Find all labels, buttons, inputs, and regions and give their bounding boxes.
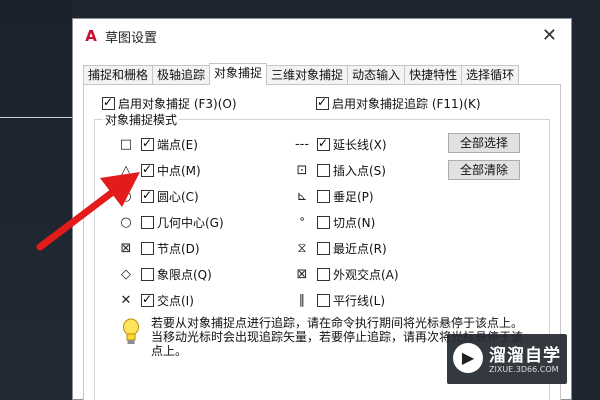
- node-label: 节点(D): [157, 241, 200, 256]
- clear-all-button[interactable]: 全部清除: [448, 160, 520, 180]
- tangent-label: 切点(N): [333, 215, 376, 230]
- tab-3d-object-snap[interactable]: 三维对象捕捉: [266, 65, 349, 85]
- dialog-title: 草图设置: [105, 30, 158, 46]
- extension-label: 延长线(X): [333, 137, 387, 152]
- mode-midpoint[interactable]: △ 中点(M): [117, 161, 201, 179]
- extension-checkbox[interactable]: [317, 136, 330, 151]
- tab-object-snap[interactable]: 对象捕捉: [209, 63, 268, 85]
- quadrant-label: 象限点(Q): [157, 267, 212, 282]
- watermark-name: 溜溜自学: [489, 346, 561, 366]
- nearest-icon: ⧖: [297, 240, 307, 256]
- close-icon[interactable]: ✕: [542, 27, 557, 45]
- mode-nearest[interactable]: ⧖ 最近点(R): [293, 239, 387, 257]
- lightbulb-icon: [123, 318, 139, 344]
- tab-polar-tracking[interactable]: 极轴追踪: [152, 65, 211, 85]
- mode-tangent[interactable]: ᐤ 切点(N): [293, 213, 375, 231]
- watermark-url: ZIXUE.3D66.COM: [489, 365, 559, 374]
- enable-tracking-checkbox[interactable]: [316, 95, 329, 110]
- geometric-center-checkbox[interactable]: [141, 215, 154, 229]
- tab-dynamic-input[interactable]: 动态输入: [347, 65, 406, 85]
- intersection-label: 交点(I): [157, 293, 194, 308]
- mode-apparent-intersection[interactable]: ⊠ 外观交点(A): [293, 265, 399, 283]
- mode-perpendicular[interactable]: ⊾ 垂足(P): [293, 187, 374, 205]
- enable-tracking-option[interactable]: 启用对象捕捉追踪 (F11)(K): [316, 95, 481, 112]
- geometric-center-icon: ○: [120, 214, 132, 230]
- parallel-checkbox[interactable]: [317, 293, 330, 307]
- desktop-background: [0, 0, 72, 400]
- intersection-checkbox[interactable]: [141, 292, 154, 307]
- endpoint-icon: □: [119, 136, 133, 152]
- enable-snap-option[interactable]: 启用对象捕捉 (F3)(O): [102, 95, 237, 112]
- mode-insertion[interactable]: ⊡ 插入点(S): [293, 161, 386, 179]
- apparent-intersection-icon: ⊠: [296, 266, 308, 282]
- watermark: ▶ 溜溜自学 ZIXUE.3D66.COM: [447, 334, 567, 384]
- quadrant-checkbox[interactable]: [141, 267, 154, 281]
- mode-parallel[interactable]: ∥ 平行线(L): [293, 291, 385, 309]
- apparent-intersection-checkbox[interactable]: [317, 267, 330, 281]
- node-icon: ⊠: [120, 240, 132, 256]
- nearest-label: 最近点(R): [333, 241, 387, 256]
- tab-selection-cycling[interactable]: 选择循环: [461, 65, 520, 85]
- mode-geometric-center[interactable]: ○ 几何中心(G): [117, 213, 224, 231]
- perpendicular-checkbox[interactable]: [317, 189, 330, 203]
- extension-icon: ---: [294, 136, 310, 152]
- quadrant-icon: ◇: [121, 266, 131, 282]
- tangent-icon: ᐤ: [299, 214, 305, 230]
- mode-endpoint[interactable]: □ 端点(E): [117, 135, 198, 153]
- apparent-intersection-label: 外观交点(A): [333, 267, 399, 282]
- geometric-center-label: 几何中心(G): [157, 215, 224, 230]
- select-all-button[interactable]: 全部选择: [448, 133, 520, 153]
- parallel-icon: ∥: [298, 292, 306, 308]
- midpoint-label: 中点(M): [157, 163, 201, 178]
- tab-quick-properties[interactable]: 快捷特性: [404, 65, 463, 85]
- enable-snap-checkbox[interactable]: [102, 95, 115, 110]
- nearest-checkbox[interactable]: [317, 241, 330, 255]
- perpendicular-label: 垂足(P): [333, 189, 374, 204]
- enable-tracking-label: 启用对象捕捉追踪 (F11)(K): [332, 97, 481, 111]
- insertion-label: 插入点(S): [333, 163, 386, 178]
- tab-bar: 捕捉和栅格 极轴追踪 对象捕捉 三维对象捕捉 动态输入 快捷特性 选择循环: [83, 63, 520, 85]
- mode-center[interactable]: ○ 圆心(C): [117, 187, 199, 205]
- perpendicular-icon: ⊾: [296, 188, 308, 204]
- drawing-line: [0, 117, 72, 118]
- tangent-checkbox[interactable]: [317, 215, 330, 229]
- insertion-icon: ⊡: [296, 162, 308, 178]
- mode-node[interactable]: ⊠ 节点(D): [117, 239, 200, 257]
- enable-snap-label: 启用对象捕捉 (F3)(O): [118, 97, 237, 111]
- endpoint-label: 端点(E): [157, 137, 198, 152]
- insertion-checkbox[interactable]: [317, 163, 330, 177]
- midpoint-icon: △: [121, 162, 131, 178]
- center-checkbox[interactable]: [141, 188, 154, 203]
- mode-extension[interactable]: --- 延长线(X): [293, 135, 387, 153]
- parallel-label: 平行线(L): [333, 293, 386, 308]
- tab-snap-grid[interactable]: 捕捉和栅格: [83, 65, 154, 85]
- intersection-icon: ✕: [120, 292, 132, 308]
- mode-quadrant[interactable]: ◇ 象限点(Q): [117, 265, 212, 283]
- center-label: 圆心(C): [157, 189, 199, 204]
- mode-intersection[interactable]: ✕ 交点(I): [117, 291, 194, 309]
- midpoint-checkbox[interactable]: [141, 162, 154, 177]
- node-checkbox[interactable]: [141, 241, 154, 255]
- endpoint-checkbox[interactable]: [141, 136, 154, 151]
- watermark-logo-icon: ▶: [453, 343, 483, 373]
- autocad-logo-icon: A: [85, 27, 97, 45]
- titlebar: A 草图设置: [73, 19, 571, 53]
- snap-modes-label: 对象捕捉模式: [103, 111, 180, 128]
- center-icon: ○: [120, 188, 132, 204]
